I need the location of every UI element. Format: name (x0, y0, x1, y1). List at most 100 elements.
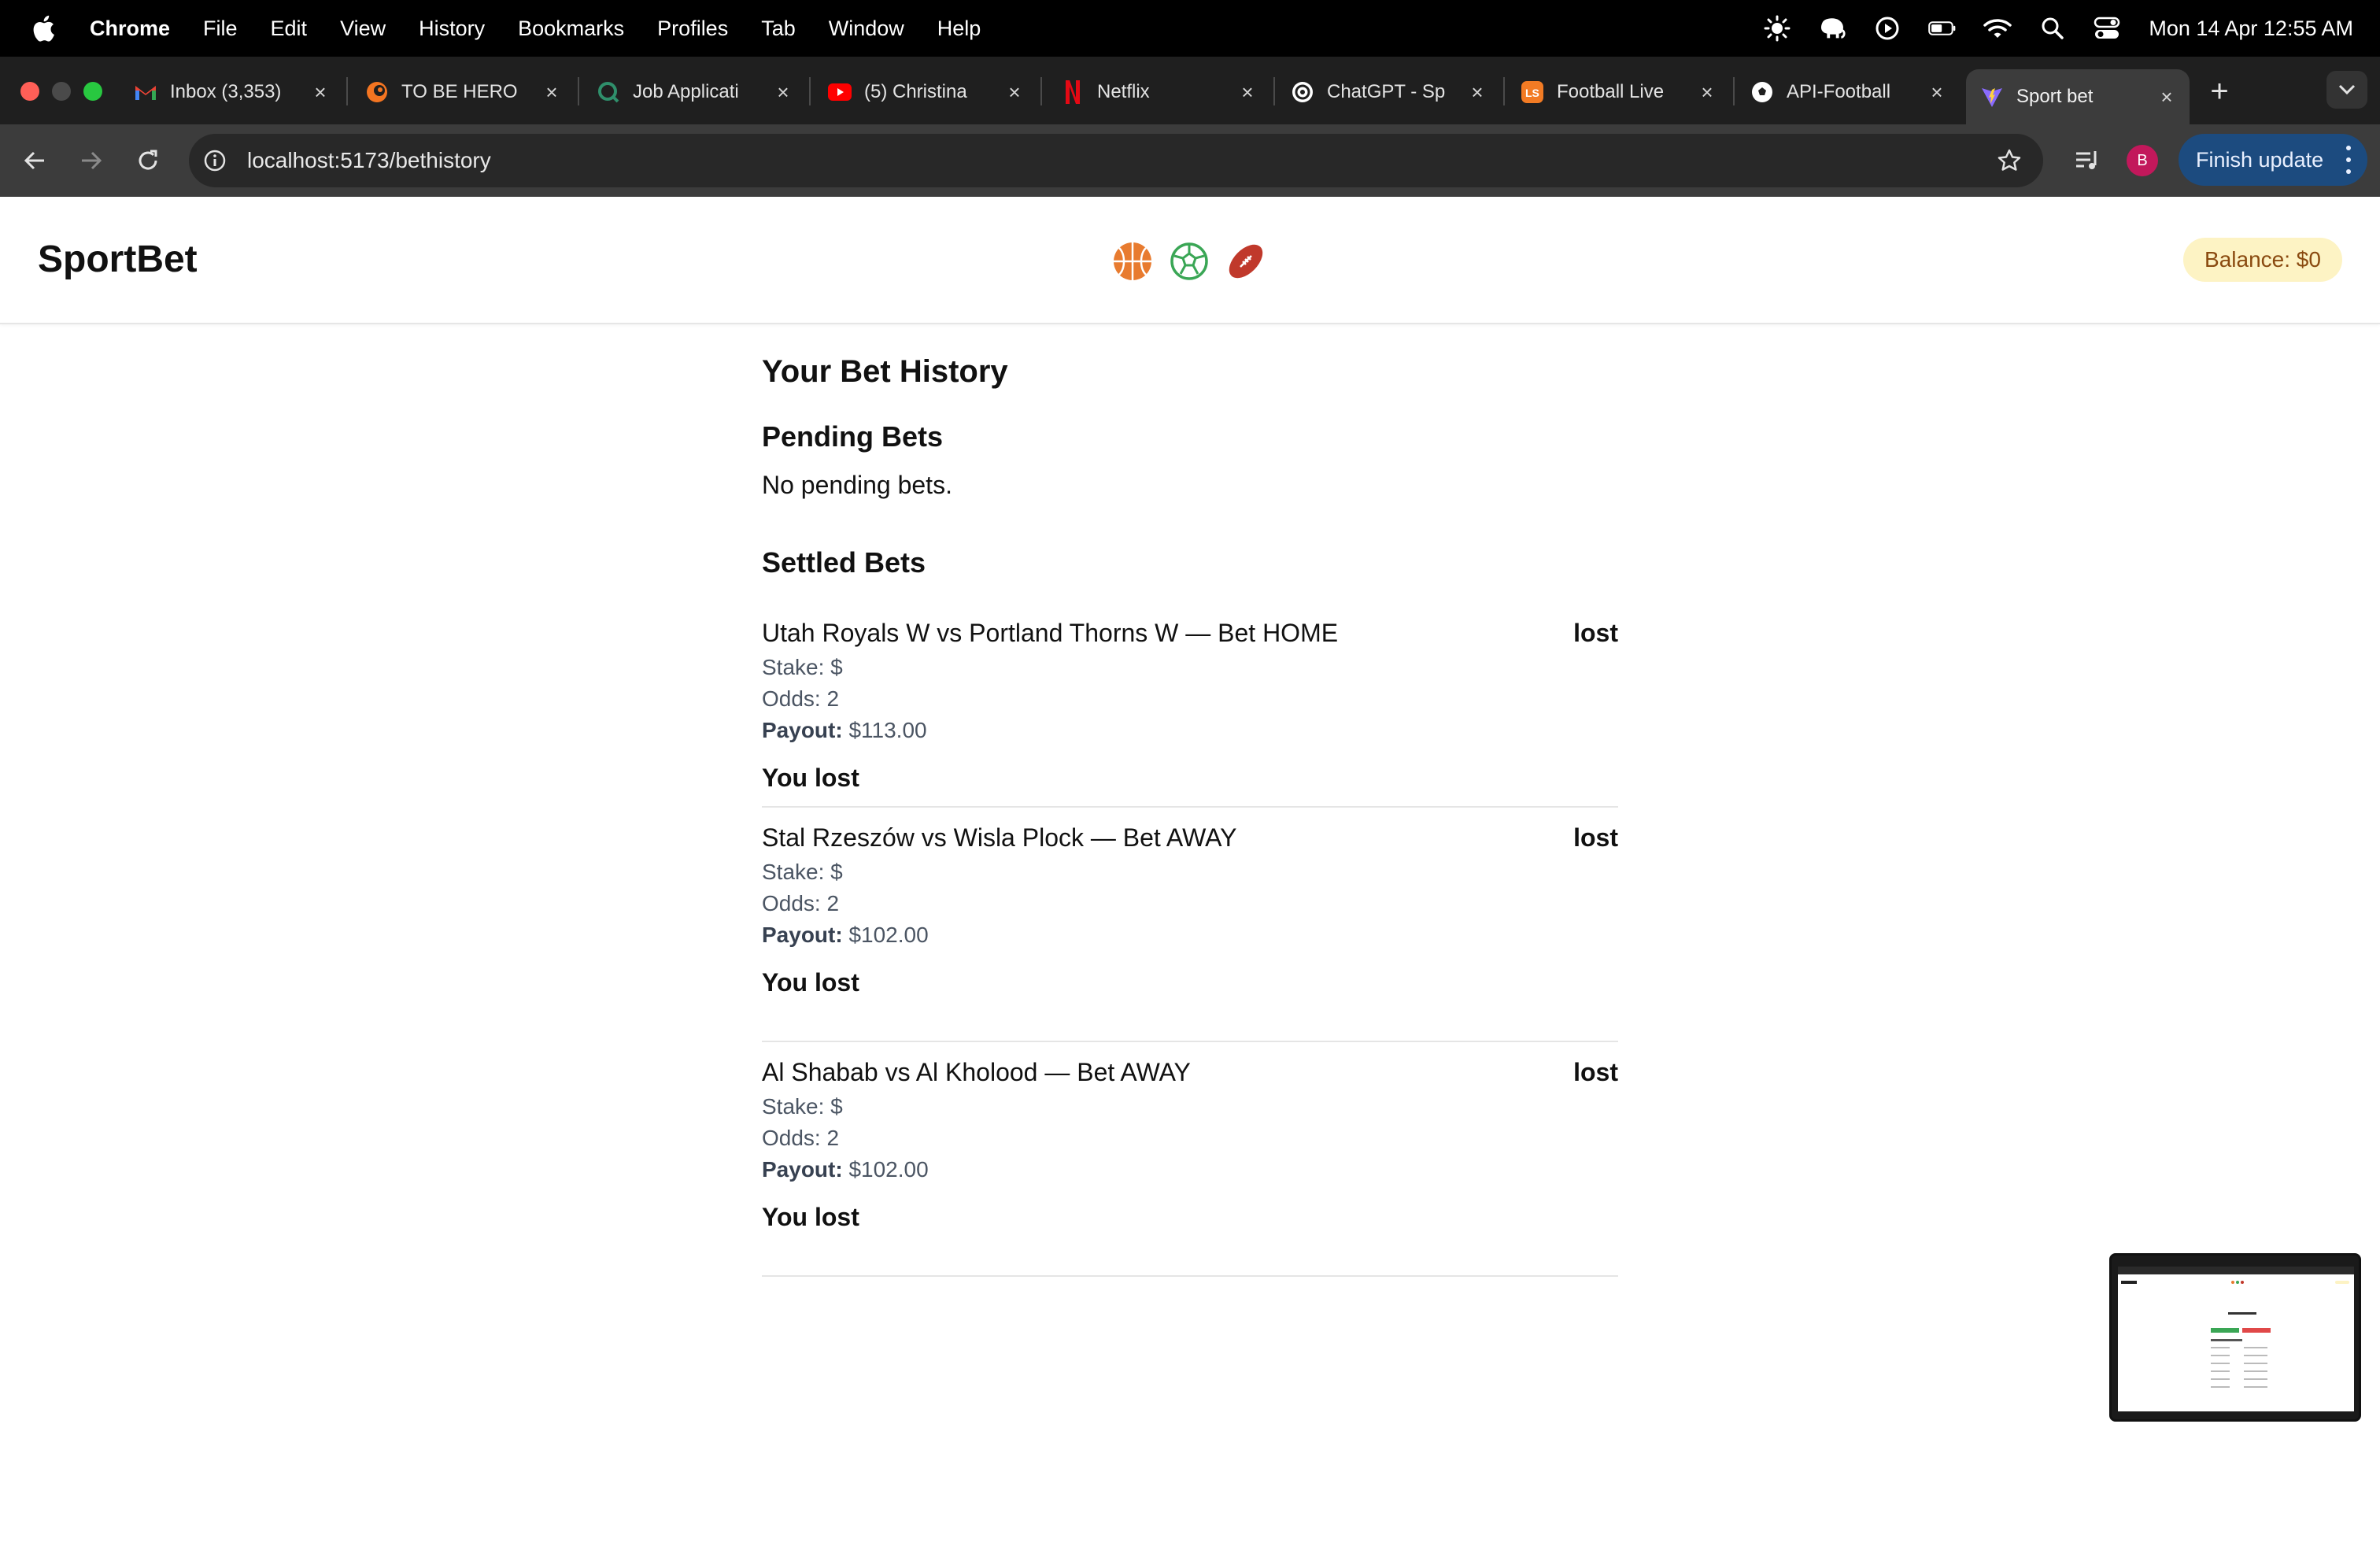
menu-profiles[interactable]: Profiles (657, 17, 728, 41)
brightness-icon[interactable] (1763, 14, 1791, 43)
new-tab-button[interactable]: + (2201, 72, 2238, 110)
menu-window[interactable]: Window (829, 17, 904, 41)
close-tab-icon[interactable]: × (1467, 80, 1488, 104)
tab-gmail[interactable]: Inbox (3,353) × (134, 69, 331, 115)
tab-title: (5) Christina (864, 81, 967, 102)
window-zoom-button[interactable] (83, 82, 102, 101)
menu-view[interactable]: View (340, 17, 386, 41)
control-center-icon[interactable] (2094, 14, 2122, 43)
close-tab-icon[interactable]: × (1697, 80, 1717, 104)
menu-tab[interactable]: Tab (761, 17, 796, 41)
forward-button[interactable] (74, 143, 109, 178)
close-tab-icon[interactable]: × (1237, 80, 1258, 104)
site-info-icon[interactable] (203, 149, 227, 172)
svg-text:LS: LS (1525, 87, 1539, 99)
bet-result: You lost (762, 1203, 859, 1231)
tab-crunchyroll[interactable]: TO BE HERO × (365, 69, 562, 115)
tab-separator (1503, 77, 1505, 105)
menu-bookmarks[interactable]: Bookmarks (518, 17, 624, 41)
tab-football-live[interactable]: LS Football Live × (1521, 69, 1717, 115)
media-controls-button[interactable] (2070, 143, 2105, 178)
chevron-down-icon (2338, 84, 2356, 95)
payout-value: $102.00 (848, 1157, 929, 1182)
tab-sport-bet[interactable]: Sport bet × (1966, 69, 2190, 124)
arrow-right-icon (82, 151, 102, 170)
vite-icon (1980, 85, 2004, 109)
close-tab-icon[interactable]: × (773, 80, 793, 104)
job-site-icon (597, 80, 620, 104)
crunchyroll-icon (365, 80, 389, 104)
menu-history[interactable]: History (419, 17, 485, 41)
tab-job-applications[interactable]: Job Applicati × (597, 69, 793, 115)
finish-update-label: Finish update (2196, 147, 2324, 172)
site-logo[interactable]: SportBet (38, 238, 198, 281)
battery-icon[interactable] (1928, 14, 1957, 43)
soccer-icon[interactable] (1168, 240, 1210, 283)
tab-title: TO BE HERO (401, 81, 518, 102)
page-title: Your Bet History (762, 354, 1008, 389)
sport-selector (1111, 239, 1281, 283)
close-tab-icon[interactable]: × (541, 80, 562, 104)
profile-avatar[interactable]: B (2127, 145, 2158, 176)
bet-match: Stal Rzeszów vs Wisla Plock — Bet AWAY (762, 823, 1237, 852)
tab-search-button[interactable] (2326, 71, 2367, 109)
menu-app-name[interactable]: Chrome (90, 17, 170, 41)
close-tab-icon[interactable]: × (1927, 80, 1947, 104)
payout-value: $113.00 (848, 718, 927, 742)
bet-result: You lost (762, 764, 859, 792)
tab-separator (809, 77, 811, 105)
menu-help[interactable]: Help (937, 17, 981, 41)
menu-edit[interactable]: Edit (271, 17, 308, 41)
window-close-button[interactable] (20, 82, 39, 101)
menu-file[interactable]: File (203, 17, 238, 41)
close-tab-icon[interactable]: × (310, 80, 331, 104)
play-circle-icon[interactable] (1873, 14, 1901, 43)
finish-update-button[interactable]: Finish update (2179, 134, 2367, 186)
bet-odds: Odds: 2 (762, 1126, 840, 1150)
payout-label: Payout: (762, 1157, 843, 1182)
bet-status: lost (1573, 823, 1618, 852)
wifi-icon[interactable] (1983, 14, 2012, 43)
tab-separator (346, 77, 348, 105)
bet-odds: Odds: 2 (762, 686, 840, 711)
american-football-icon[interactable] (1225, 240, 1267, 283)
tab-title: Football Live (1557, 81, 1665, 102)
bet-stake: Stake: $ (762, 1094, 843, 1119)
bet-match: Utah Royals W vs Portland Thorns W — Bet… (762, 619, 1339, 647)
basketball-icon[interactable] (1111, 240, 1154, 283)
tab-youtube[interactable]: (5) Christina × (828, 69, 1025, 115)
media-queue-icon (2076, 151, 2097, 169)
close-tab-icon[interactable]: × (1004, 80, 1025, 104)
close-tab-icon[interactable]: × (2156, 85, 2177, 109)
settled-bets-list: Utah Royals W vs Portland Thorns W — Bet… (762, 603, 1618, 1277)
football-icon (1750, 80, 1774, 104)
screenshot-thumbnail[interactable] (2109, 1253, 2361, 1422)
tab-chatgpt[interactable]: ChatGPT - Sp × (1291, 69, 1488, 115)
bet-odds: Odds: 2 (762, 891, 840, 915)
reload-button[interactable] (131, 143, 165, 178)
url-text[interactable]: localhost:5173/bethistory (247, 148, 491, 173)
web-page: SportBet Balance: $0 Your Bet History Pe… (0, 197, 2380, 1546)
bookmark-star-icon[interactable] (1996, 147, 2023, 174)
apple-icon[interactable] (31, 15, 55, 42)
window-minimize-button[interactable] (52, 82, 71, 101)
address-bar[interactable]: localhost:5173/bethistory (189, 134, 2043, 187)
menu-clock[interactable]: Mon 14 Apr 12:55 AM (2149, 17, 2353, 41)
tab-title: API-Football (1787, 81, 1891, 102)
spotlight-search-icon[interactable] (2038, 14, 2067, 43)
elephant-icon[interactable] (1818, 14, 1846, 43)
bet-stake: Stake: $ (762, 860, 843, 884)
status-area: Mon 14 Apr 12:55 AM (1736, 0, 2353, 57)
bet-card: Al Shabab vs Al Kholood — Bet AWAY lost … (762, 1042, 1618, 1277)
tab-netflix[interactable]: Netflix × (1061, 69, 1258, 115)
tab-api-football[interactable]: API-Football × (1750, 69, 1947, 115)
livescore-icon: LS (1521, 80, 1544, 104)
tab-title: Job Applicati (633, 81, 739, 102)
bet-payout: Payout: $102.00 (762, 923, 929, 948)
more-options-icon (2344, 146, 2353, 174)
back-button[interactable] (17, 143, 52, 178)
bet-status: lost (1573, 1058, 1618, 1086)
chatgpt-icon (1291, 80, 1314, 104)
netflix-icon (1061, 80, 1085, 104)
macos-menu-bar: Chrome File Edit View History Bookmarks … (0, 0, 2380, 57)
